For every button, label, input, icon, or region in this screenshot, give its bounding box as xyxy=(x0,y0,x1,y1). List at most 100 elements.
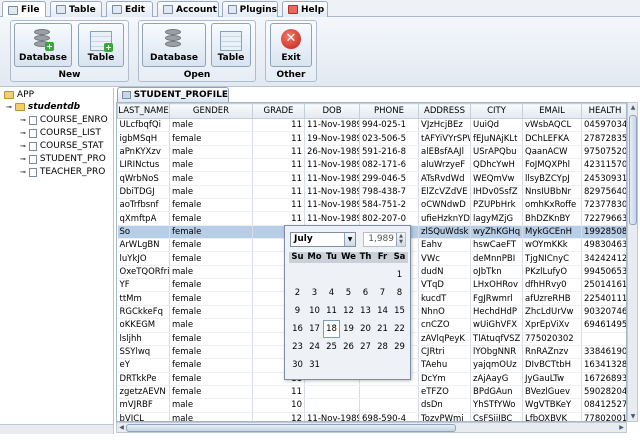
table-cell[interactable]: 167268932 xyxy=(581,372,626,386)
table-cell[interactable]: 045970349 xyxy=(581,118,626,133)
scroll-down-icon[interactable]: ▼ xyxy=(629,412,637,421)
chevron-down-icon[interactable]: ▼ xyxy=(344,233,355,246)
table-row[interactable]: bVICL male 12 11-Nov-1989 698-590-4 TozyPWmi C… xyxy=(117,412,626,421)
table-cell[interactable]: RGCkkeFq xyxy=(117,305,170,320)
table-cell[interactable]: SSYlwq xyxy=(117,345,170,360)
table-cell[interactable] xyxy=(304,398,360,413)
table-cell[interactable]: WEQmVw xyxy=(470,171,523,186)
table-cell[interactable]: PKzlLufyO xyxy=(522,265,582,280)
tree-node-app[interactable]: APP xyxy=(4,90,34,100)
table-cell[interactable]: 278728358 xyxy=(581,131,626,146)
calendar-day[interactable]: 20 xyxy=(357,320,374,338)
table-cell[interactable]: ttMm xyxy=(117,291,170,306)
table-cell[interactable] xyxy=(359,385,419,400)
table-cell[interactable]: ULcfbqfQi xyxy=(117,118,170,133)
table-cell[interactable]: OxeTQORfri xyxy=(117,265,170,280)
table-cell[interactable]: dudN xyxy=(418,265,471,280)
table-cell[interactable]: aluWrzyeF xyxy=(418,158,471,173)
tab-help[interactable]: Help xyxy=(282,1,328,17)
table-cell[interactable]: deMnnPBI xyxy=(470,251,523,266)
table-cell[interactable]: USrAPQbu xyxy=(470,145,523,160)
table-cell[interactable]: qXmftpA xyxy=(117,211,170,226)
table-cell[interactable]: mVJRBF xyxy=(117,398,170,413)
column-header[interactable]: GRADE xyxy=(252,103,305,119)
calendar-day[interactable]: 12 xyxy=(340,302,357,320)
table-row[interactable]: DbiTDGJ male 11 11-Nov-1989 798-438-7 ElZcVZd… xyxy=(117,185,626,200)
table-cell[interactable]: dfhHRvy0 xyxy=(522,278,582,293)
table-cell[interactable]: llsyBZCYpJ xyxy=(522,171,582,186)
table-cell[interactable]: zgetzAEVN xyxy=(117,385,170,400)
table-cell[interactable]: 084125271 xyxy=(581,398,626,413)
table-row[interactable]: mVJRBF male 10 dsDn YhSTfYWo WgVTBKeY 08412527… xyxy=(117,398,626,413)
calendar-day[interactable]: 22 xyxy=(391,320,408,338)
calendar-day[interactable]: 28 xyxy=(374,338,391,356)
calendar-day[interactable]: 27 xyxy=(357,338,374,356)
calendar-day[interactable]: 15 xyxy=(391,302,408,320)
table-cell[interactable]: oKKEGM xyxy=(117,318,170,333)
table-cell[interactable]: female xyxy=(169,291,253,306)
table-cell[interactable]: female xyxy=(169,238,253,253)
table-cell[interactable]: female xyxy=(169,251,253,266)
table-cell[interactable]: male xyxy=(169,398,253,413)
tree-item-table[interactable]: ⊸ COURSE_LIST xyxy=(20,128,101,138)
table-cell[interactable]: 775020302 xyxy=(522,332,582,346)
table-cell[interactable]: female xyxy=(169,372,253,386)
table-cell[interactable]: 975075209 xyxy=(581,145,626,160)
table-cell[interactable]: TlAtuqfVSZ xyxy=(470,332,523,346)
scroll-left-icon[interactable]: ◀ xyxy=(117,423,126,432)
table-cell[interactable]: 19-Nov-1989 xyxy=(304,131,360,146)
table-cell[interactable]: 802-207-0 xyxy=(359,211,419,226)
tree-item-table[interactable]: ⊸ COURSE_ENRO xyxy=(20,115,108,125)
table-cell[interactable]: female xyxy=(169,332,253,346)
table-cell[interactable]: 591-216-8 xyxy=(359,145,419,160)
table-cell[interactable]: aPnKYXzv xyxy=(117,145,170,160)
table-cell[interactable]: QDhcYwH xyxy=(470,158,523,173)
table-cell[interactable]: DRTkkPe xyxy=(117,372,170,386)
table-cell[interactable]: wOYmKKk xyxy=(522,238,582,253)
calendar-day[interactable]: 24 xyxy=(306,338,323,356)
table-cell[interactable]: female xyxy=(169,305,253,320)
table-cell[interactable]: wyZhKGHq xyxy=(470,225,523,240)
open-database-button[interactable]: Database xyxy=(142,23,206,67)
tab-file[interactable]: File xyxy=(2,1,46,18)
table-cell[interactable]: DChLEFKA xyxy=(522,131,582,146)
tree-item-table[interactable]: ⊸ COURSE_STAT xyxy=(20,141,103,151)
table-cell[interactable]: So xyxy=(117,225,170,240)
scroll-right-icon[interactable]: ▶ xyxy=(617,423,626,432)
calendar-day[interactable]: 9 xyxy=(289,302,306,320)
table-cell[interactable]: 11 xyxy=(252,145,305,160)
table-cell[interactable]: YhSTfYWo xyxy=(470,398,523,413)
table-cell[interactable]: zlSQuWdsk xyxy=(418,225,471,240)
table-cell[interactable]: ATsRvdWd xyxy=(418,171,471,186)
table-cell[interactable]: bVICL xyxy=(117,412,170,421)
table-cell[interactable]: TjgNICnyC xyxy=(522,251,582,266)
tab-table[interactable]: Table xyxy=(50,1,102,17)
table-cell[interactable]: BPdGAun xyxy=(470,385,523,400)
column-header[interactable]: HEALTH xyxy=(581,103,626,119)
calendar-day[interactable]: 29 xyxy=(391,338,408,356)
table-cell[interactable]: NnsIUBbNr xyxy=(522,185,582,200)
table-cell[interactable]: TozyPWmi xyxy=(418,412,471,421)
tab-plugins[interactable]: Plugins xyxy=(222,1,278,17)
table-cell[interactable]: 423115703 xyxy=(581,158,626,173)
table-cell[interactable]: FgJRwmrl xyxy=(470,291,523,306)
table-cell[interactable]: TAehu xyxy=(418,358,471,373)
table-cell[interactable]: eTFZO xyxy=(418,385,471,400)
table-cell[interactable]: ufieHzknYD xyxy=(418,211,471,226)
table-cell[interactable]: 11-Nov-1989 xyxy=(304,158,360,173)
table-cell[interactable]: hswCaeFT xyxy=(470,238,523,253)
calendar-day[interactable]: 3 xyxy=(306,284,323,302)
table-cell[interactable]: 225401110 xyxy=(581,291,626,306)
table-cell[interactable]: NhnO xyxy=(418,305,471,320)
table-cell[interactable]: ElZcVZdVE xyxy=(418,185,471,200)
calendar-day[interactable]: 7 xyxy=(374,284,391,302)
calendar-day[interactable]: 21 xyxy=(374,320,391,338)
table-cell[interactable]: zAVlqPeyK xyxy=(418,332,471,346)
table-cell[interactable]: ArWLgBN xyxy=(117,238,170,253)
calendar-day[interactable]: 16 xyxy=(289,320,306,338)
table-cell[interactable]: 199285083 xyxy=(581,225,626,240)
calendar-day[interactable]: 17 xyxy=(306,320,323,338)
table-cell[interactable]: lagyMZjG xyxy=(470,211,523,226)
table-cell[interactable]: VTqD xyxy=(418,278,471,293)
column-header[interactable]: ADDRESS xyxy=(418,103,471,119)
